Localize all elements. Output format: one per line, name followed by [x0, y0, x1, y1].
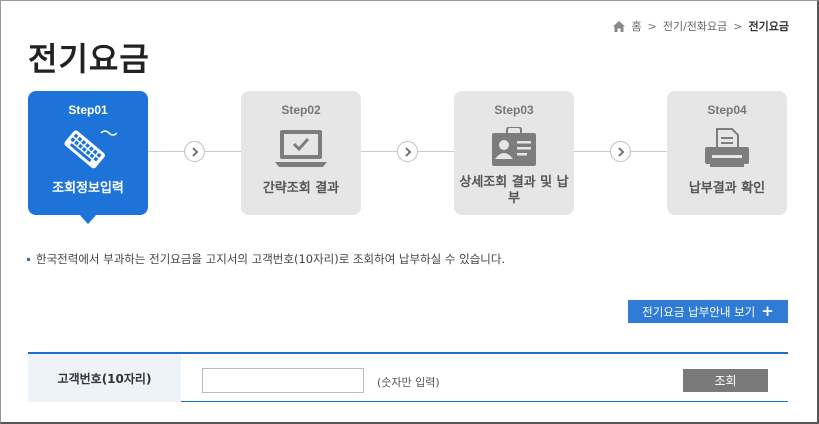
- step-number: Step02: [281, 103, 321, 117]
- payment-guide-label: 전기요금 납부안내 보기: [642, 304, 756, 319]
- input-hint: (숫자만 입력): [377, 376, 440, 389]
- keyboard-icon: [64, 130, 117, 169]
- breadcrumb-separator: >: [733, 19, 743, 33]
- step-2: Step02 간략조회 결과: [241, 91, 361, 215]
- customer-number-input[interactable]: [202, 368, 364, 393]
- bullet-icon: [27, 257, 30, 261]
- step-label: 상세조회 결과 및 납부: [459, 175, 569, 206]
- breadcrumb-home[interactable]: 홈: [632, 18, 642, 34]
- breadcrumb-current: 전기요금: [748, 20, 789, 33]
- active-step-pointer: [79, 214, 97, 224]
- page-title: 전기요금: [28, 40, 150, 78]
- payment-guide-button[interactable]: 전기요금 납부안내 보기 +: [628, 300, 788, 323]
- notice: 한국전력에서 부과하는 전기요금을 고지서의 고객번호(10자리)로 조회하여 …: [27, 251, 505, 267]
- step-1: Step01 조회정보입력: [28, 91, 148, 224]
- step-arrow: [610, 141, 631, 162]
- chevron-right-icon: [191, 146, 198, 157]
- step-4: Step04 납부결과 확인: [667, 91, 787, 215]
- monitor-check-icon: [275, 130, 327, 167]
- chevron-right-icon: [404, 146, 411, 157]
- breadcrumb-separator: >: [647, 19, 657, 33]
- step-number: Step01: [68, 103, 108, 117]
- chevron-right-icon: [617, 146, 624, 157]
- step-arrow: [184, 141, 205, 162]
- step-arrow: [397, 141, 418, 162]
- step-label: 조회정보입력: [52, 181, 124, 196]
- step-label: 간략조회 결과: [262, 181, 340, 196]
- notice-text: 한국전력에서 부과하는 전기요금을 고지서의 고객번호(10자리)로 조회하여 …: [36, 252, 506, 266]
- customer-number-label: 고객번호(10자리): [28, 354, 181, 402]
- step-number: Step03: [494, 103, 534, 117]
- step-3: Step03 상세조회 결과 및 납부: [454, 91, 574, 215]
- breadcrumb: 홈 > 전기/전화요금 > 전기요금: [612, 18, 789, 34]
- home-icon[interactable]: [612, 20, 625, 32]
- step-label: 납부결과 확인: [688, 181, 766, 196]
- breadcrumb-category[interactable]: 전기/전화요금: [663, 18, 727, 34]
- customer-number-form: 고객번호(10자리) (숫자만 입력) 조회: [28, 352, 788, 402]
- plus-icon: +: [761, 302, 774, 320]
- id-card-icon: [492, 127, 536, 166]
- printer-icon: [705, 128, 749, 167]
- step-number: Step04: [707, 103, 747, 117]
- search-button[interactable]: 조회: [683, 369, 768, 392]
